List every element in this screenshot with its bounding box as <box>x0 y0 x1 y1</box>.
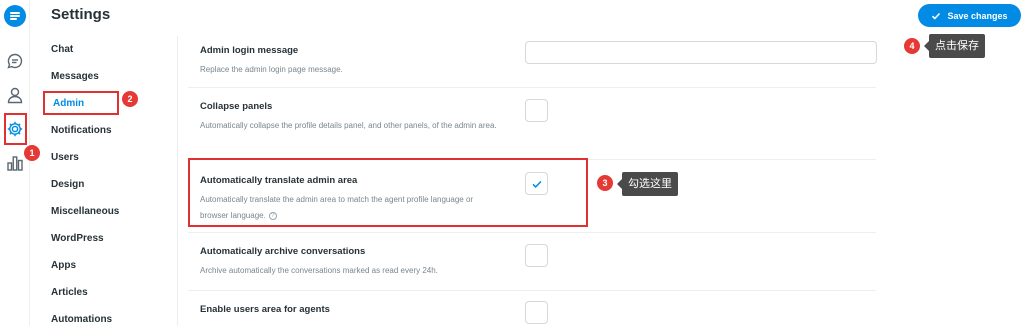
nav-divider <box>177 36 178 326</box>
setting-title: Enable users area for agents <box>200 304 330 315</box>
setting-title: Automatically archive conversations <box>200 246 366 257</box>
highlight-admin-nav <box>43 91 119 115</box>
nav-item-articles[interactable]: Articles <box>51 287 88 298</box>
nav-item-design[interactable]: Design <box>51 179 84 190</box>
highlight-settings-icon <box>4 113 27 145</box>
callout-check-here: 勾选这里 <box>617 172 678 196</box>
nav-item-notifications[interactable]: Notifications <box>51 125 112 136</box>
nav-item-chat[interactable]: Chat <box>51 44 73 55</box>
archive-conversations-checkbox[interactable] <box>525 244 548 267</box>
setting-title: Admin login message <box>200 45 299 56</box>
setting-description: Automatically collapse the profile detai… <box>200 121 497 130</box>
collapse-panels-checkbox[interactable] <box>525 99 548 122</box>
save-button-label: Save changes <box>947 10 1008 21</box>
admin-login-message-input[interactable] <box>525 41 877 64</box>
annotation-badge-2: 2 <box>122 91 138 107</box>
callout-click-save: 点击保存 <box>924 34 985 58</box>
icon-rail <box>0 0 30 326</box>
save-button[interactable]: Save changes <box>918 4 1021 27</box>
setting-description: Archive automatically the conversations … <box>200 266 438 275</box>
setting-description: Replace the admin login page message. <box>200 65 343 74</box>
nav-item-automations[interactable]: Automations <box>51 314 112 325</box>
check-icon <box>932 12 941 20</box>
nav-item-apps[interactable]: Apps <box>51 260 76 271</box>
nav-item-messages[interactable]: Messages <box>51 71 99 82</box>
highlight-translate-row <box>188 158 588 227</box>
settings-nav: Chat Messages Admin Notifications Users … <box>37 36 177 326</box>
annotation-badge-4: 4 <box>904 38 920 54</box>
logo-icon[interactable] <box>4 5 26 27</box>
chat-icon[interactable] <box>6 52 24 70</box>
setting-title: Collapse panels <box>200 101 273 112</box>
nav-item-users[interactable]: Users <box>51 152 79 163</box>
nav-item-wordpress[interactable]: WordPress <box>51 233 104 244</box>
chart-icon[interactable] <box>6 154 24 172</box>
annotation-badge-3: 3 <box>597 175 613 191</box>
page-title: Settings <box>51 6 111 23</box>
user-icon[interactable] <box>6 86 24 104</box>
users-area-checkbox[interactable] <box>525 301 548 324</box>
nav-item-miscellaneous[interactable]: Miscellaneous <box>51 206 119 217</box>
annotation-badge-1: 1 <box>24 145 40 161</box>
